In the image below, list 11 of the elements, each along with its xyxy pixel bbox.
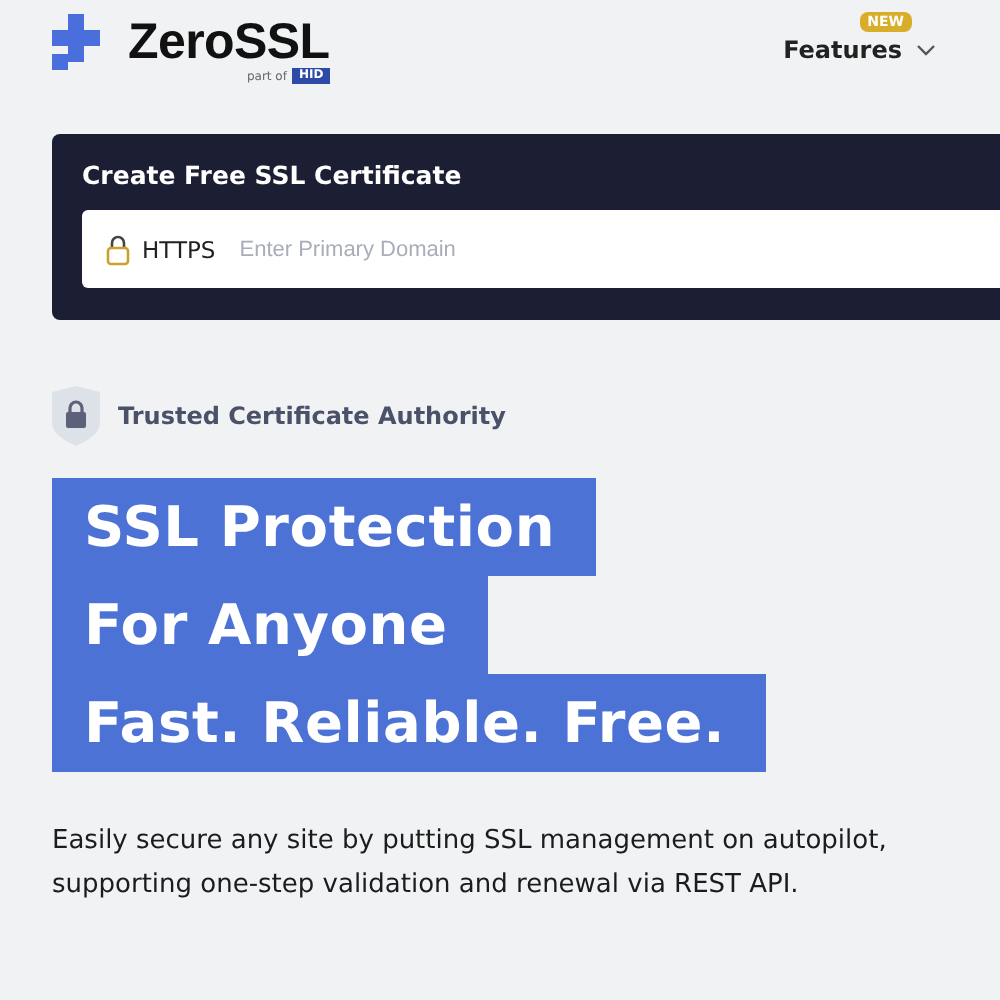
logo-wordmark[interactable]: ZeroSSL [128, 14, 330, 70]
description: Easily secure any site by putting SSL management on autopilot, supporting one-step validation and renewal via REST API. [52, 824, 889, 904]
trust-label: Trusted Certificate Authority [118, 402, 506, 430]
lock-icon [106, 233, 130, 265]
shield-lock-icon [52, 386, 100, 446]
chevron-down-icon [916, 44, 936, 56]
card-title: Create Free SSL Certificate [82, 160, 464, 190]
features-menu[interactable]: Features [783, 32, 936, 68]
domain-field[interactable]: HTTPS Enter Primary Domain [82, 210, 1000, 288]
protocol-label: HTTPS [142, 235, 216, 263]
domain-input[interactable]: Enter Primary Domain [235, 235, 1000, 263]
